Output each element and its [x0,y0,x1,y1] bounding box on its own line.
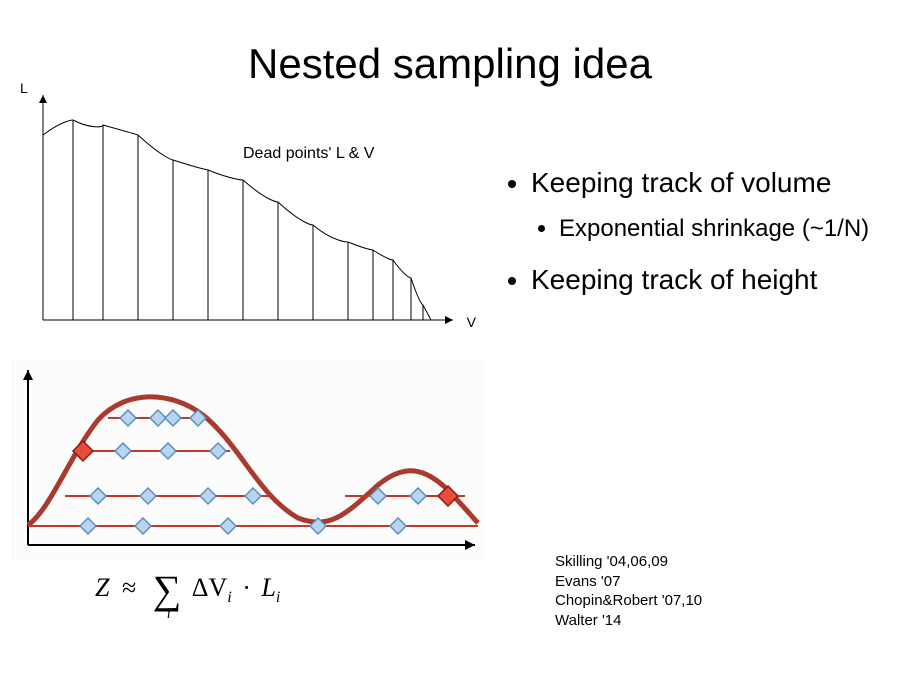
bottom-plot [10,360,485,560]
bullet-item: Keeping track of volume Exponential shri… [531,165,875,244]
plot-annotation: Dead points' L & V [243,145,374,163]
ref-line: Chopin&Robert '07,10 [555,591,702,611]
formula-dv: ΔVi [192,573,232,602]
bullet-list: Keeping track of volume Exponential shri… [505,165,875,315]
formula-approx: ≈ [122,573,136,602]
top-plot: L V Dead points' L & V [28,80,458,330]
bottom-plot-svg [10,360,485,560]
sum-icon: ∑i [153,570,182,610]
bullet-subitem: Exponential shrinkage (~1/N) [559,214,875,244]
ref-line: Evans '07 [555,572,702,592]
formula: Z ≈ ∑i ΔVi · Li [95,570,280,610]
ref-line: Skilling '04,06,09 [555,552,702,572]
ref-line: Walter '14 [555,611,702,631]
x-axis-label: V [467,314,476,330]
references: Skilling '04,06,09 Evans '07 Chopin&Robe… [555,552,702,630]
formula-dot: · [242,573,251,602]
formula-lhs: Z [95,573,109,602]
y-axis-label: L [20,80,28,96]
top-plot-svg [28,80,458,330]
bullet-item: Keeping track of height [531,262,875,297]
formula-L: Li [261,573,280,602]
